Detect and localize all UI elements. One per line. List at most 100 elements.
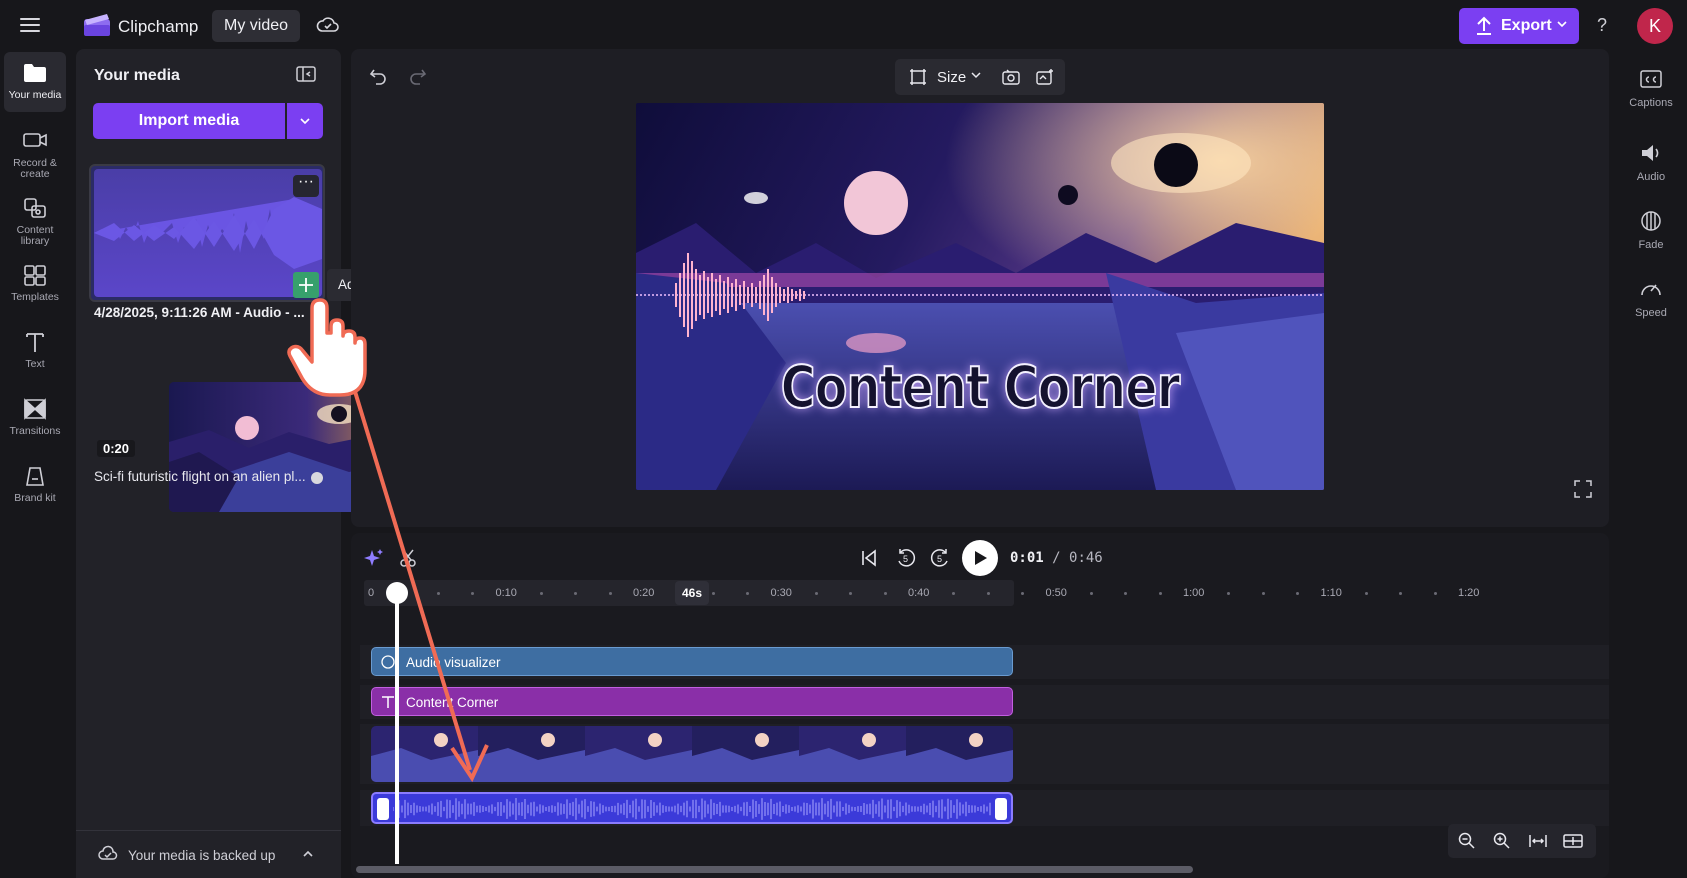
ruler-tick xyxy=(986,592,990,595)
resize-icon[interactable] xyxy=(909,68,927,86)
rewind-5-button[interactable]: 5 xyxy=(895,548,917,570)
cloud-sync-icon[interactable] xyxy=(316,14,340,38)
speaker-icon xyxy=(1642,145,1659,161)
ruler-tick xyxy=(539,592,543,595)
trim-handle-left[interactable] xyxy=(377,798,389,820)
current-time: 0:01 xyxy=(1010,550,1044,566)
nav-record-create[interactable]: Record & create xyxy=(4,120,66,180)
nav-label: Brand kit xyxy=(14,492,56,504)
ruler-label: 0:10 xyxy=(495,587,517,599)
folder-icon xyxy=(24,64,46,82)
total-time: / 0:46 xyxy=(1052,550,1103,566)
ruler-tick xyxy=(1158,592,1162,595)
chevron-down-icon xyxy=(1557,21,1567,28)
nav-text[interactable]: Text xyxy=(4,321,66,381)
avatar[interactable]: K xyxy=(1637,8,1673,44)
panel-label: Captions xyxy=(1629,97,1673,109)
more-options-icon[interactable]: ··· xyxy=(293,174,319,197)
forward-5-button[interactable]: 5 xyxy=(929,548,951,570)
expand-tracks-icon[interactable] xyxy=(1563,832,1583,850)
help-button[interactable]: ? xyxy=(1590,13,1614,37)
nav-content-library[interactable]: Content library xyxy=(4,187,66,247)
nav-brand-kit[interactable]: Brand kit xyxy=(4,455,66,515)
backed-up-check-icon xyxy=(311,308,323,320)
ruler-tick xyxy=(814,592,818,595)
templates-icon xyxy=(24,265,46,286)
nav-label: Templates xyxy=(11,291,59,303)
media-panel-title: Your media xyxy=(94,67,180,84)
nav-transitions[interactable]: Transitions xyxy=(4,388,66,448)
ruler-label: 0:50 xyxy=(1045,587,1067,599)
clip-audio[interactable] xyxy=(371,792,1013,824)
ruler-label: 0:30 xyxy=(770,587,792,599)
film-frame-planet xyxy=(434,733,448,747)
content-library-icon xyxy=(24,198,46,218)
fade-icon xyxy=(1641,211,1661,231)
skip-to-start-icon[interactable] xyxy=(859,548,879,568)
zoom-out-icon[interactable] xyxy=(1458,832,1476,850)
zoom-controls xyxy=(1448,824,1596,858)
panel-fade[interactable]: Fade xyxy=(1615,200,1687,260)
video-filmstrip xyxy=(371,726,1013,782)
background-remove-icon[interactable] xyxy=(1001,68,1021,86)
import-media-button[interactable]: Import media xyxy=(93,103,285,139)
film-frame-planet xyxy=(755,733,769,747)
ai-image-icon[interactable] xyxy=(1035,68,1055,86)
play-button[interactable] xyxy=(962,540,998,576)
play-icon xyxy=(975,551,987,565)
zoom-in-icon[interactable] xyxy=(1493,832,1511,850)
menu-icon[interactable] xyxy=(20,16,42,34)
clip-video[interactable] xyxy=(371,726,1013,782)
nav-label: Transitions xyxy=(9,425,61,437)
backup-label: Your media is backed up xyxy=(128,848,276,863)
sparkle-icon[interactable] xyxy=(364,548,384,568)
project-title[interactable]: My video xyxy=(212,10,301,42)
media-item-caption: 4/28/2025, 9:11:26 AM - Audio - ... xyxy=(94,305,305,320)
playhead-handle[interactable] xyxy=(386,582,408,604)
panel-speed[interactable]: Speed xyxy=(1615,268,1687,328)
ruler-label: 1:20 xyxy=(1458,587,1480,599)
panel-audio[interactable]: Audio xyxy=(1615,132,1687,192)
panel-label: Audio xyxy=(1636,171,1666,183)
nav-your-media[interactable]: Your media xyxy=(4,52,66,112)
video-preview[interactable]: Content Corner xyxy=(636,103,1324,490)
waveform-graphic xyxy=(94,197,322,269)
undo-icon[interactable] xyxy=(368,66,388,86)
media-item-caption: Sci-fi futuristic flight on an alien pl.… xyxy=(94,469,306,484)
top-bar: Clipchamp My video Export ? K xyxy=(0,0,1687,52)
cloud-check-icon xyxy=(98,845,118,860)
collapse-panel-icon[interactable] xyxy=(296,65,316,83)
fit-timeline-icon[interactable] xyxy=(1528,832,1548,850)
project-length-badge: 46s xyxy=(675,581,709,605)
nav-label: Content library xyxy=(16,224,54,247)
video-frame-graphic xyxy=(636,103,1324,490)
export-button[interactable]: Export xyxy=(1459,8,1579,44)
left-nav: Your media Record & create Content libra… xyxy=(0,52,70,878)
nav-templates[interactable]: Templates xyxy=(4,254,66,314)
playhead[interactable] xyxy=(395,590,399,864)
chevron-down-icon xyxy=(971,72,981,79)
forward-seconds: 5 xyxy=(937,554,943,564)
timeline-scrollbar[interactable] xyxy=(356,866,1193,873)
import-dropdown-button[interactable] xyxy=(287,103,323,139)
panel-captions[interactable]: Captions xyxy=(1615,58,1687,118)
ruler-tick xyxy=(883,592,887,595)
split-icon[interactable] xyxy=(398,548,418,568)
fullscreen-icon[interactable] xyxy=(1574,480,1592,498)
ruler-tick xyxy=(711,592,715,595)
add-to-timeline-button[interactable] xyxy=(293,272,319,298)
trim-handle-right[interactable] xyxy=(995,798,1007,820)
clip-audio-visualizer[interactable]: Audio visualizer xyxy=(371,647,1013,676)
backup-status[interactable]: Your media is backed up xyxy=(76,830,341,878)
preview-toolbar: Size xyxy=(895,59,1065,95)
media-item-audio[interactable] xyxy=(89,164,325,302)
chevron-down-icon xyxy=(300,118,310,125)
film-frame-planet xyxy=(969,733,983,747)
transitions-icon xyxy=(24,398,46,420)
redo-icon[interactable] xyxy=(408,66,428,86)
size-label[interactable]: Size xyxy=(937,69,966,86)
ruler-tick xyxy=(1089,592,1093,595)
ruler-label: 0:20 xyxy=(633,587,655,599)
clip-text[interactable]: Content Corner xyxy=(371,687,1013,716)
ruler-label: 0 xyxy=(368,587,375,599)
